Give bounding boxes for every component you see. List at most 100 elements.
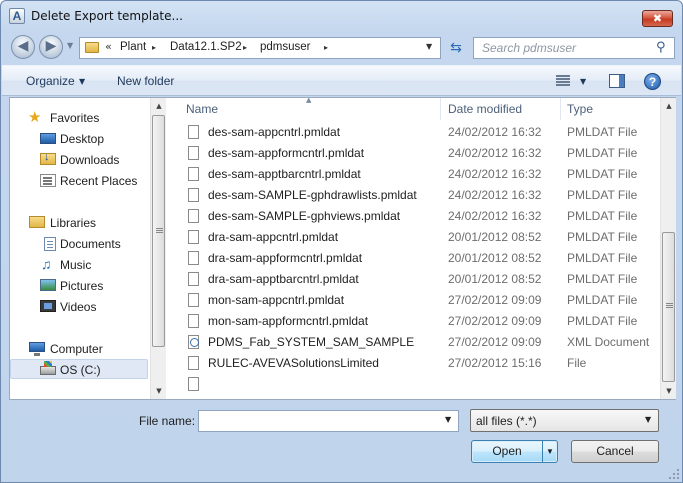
recent-pages-dropdown-icon[interactable]: ▼ <box>67 41 73 50</box>
file-row[interactable]: mon-sam-appcntrl.pmldat 27/02/2012 09:09 P… <box>166 290 660 311</box>
change-view-icon[interactable] <box>556 75 570 87</box>
file-row[interactable]: des-sam-appcntrl.pmldat 24/02/2012 16:32 P… <box>166 122 660 143</box>
file-type-dropdown-icon: ▼ <box>645 415 652 424</box>
file-type-cell: PMLDAT File <box>567 314 638 328</box>
refresh-icon[interactable]: ⇆ <box>445 38 467 58</box>
drive-icon <box>40 361 56 375</box>
breadcrumb-data[interactable]: Data12.1.SP2 <box>170 41 242 53</box>
title-bar[interactable]: A Delete Export template... ✖ <box>1 1 682 31</box>
forward-button[interactable]: ▶ <box>39 35 63 59</box>
file-row[interactable]: des-sam-appformcntrl.pmldat 24/02/2012 16… <box>166 143 660 164</box>
sidebar-item-label: Downloads <box>60 153 120 167</box>
sidebar-item-desktop[interactable]: Desktop <box>10 129 148 149</box>
search-placeholder: Search pdmsuser <box>482 41 577 55</box>
file-row[interactable]: des-sam-apptbarcntrl.pmldat 24/02/2012 16… <box>166 164 660 185</box>
file-row[interactable]: des-sam-SAMPLE-gphviews.pmldat 24/02/2012… <box>166 206 660 227</box>
documents-icon <box>44 237 56 251</box>
search-box[interactable]: Search pdmsuser ⚲ <box>473 37 675 59</box>
close-button[interactable]: ✖ <box>642 10 673 27</box>
date-modified-cell: 24/02/2012 16:32 <box>448 167 542 181</box>
back-button[interactable]: ◀ <box>11 35 35 59</box>
sidebar-item-computer[interactable]: Computer <box>10 339 148 359</box>
sidebar-item-label: OS (C:) <box>60 363 101 377</box>
file-row[interactable]: dra-sam-appcntrl.pmldat 20/01/2012 08:52 P… <box>166 227 660 248</box>
file-type-cell: PMLDAT File <box>567 293 638 307</box>
preview-pane-icon[interactable] <box>609 74 625 88</box>
date-modified-cell: 20/01/2012 08:52 <box>448 272 542 286</box>
breadcrumb-separator-icon[interactable]: ▸ <box>324 43 328 52</box>
file-icon <box>188 146 199 160</box>
sidebar-item-label: Documents <box>60 237 121 251</box>
open-options-dropdown-icon[interactable]: ▼ <box>546 441 554 462</box>
column-header-type[interactable]: Type <box>567 102 593 116</box>
sidebar-item-label: Videos <box>60 300 97 314</box>
sidebar-item-label: Favorites <box>50 111 100 125</box>
file-icon <box>188 377 199 391</box>
file-icon <box>188 251 199 265</box>
scroll-up-icon[interactable]: ▲ <box>151 98 167 114</box>
address-dropdown-icon[interactable]: ▼ <box>426 42 432 51</box>
help-icon[interactable]: ? <box>644 73 661 90</box>
downloads-icon <box>40 151 56 165</box>
file-row[interactable]: mon-sam-appformcntrl.pmldat 27/02/2012 09… <box>166 311 660 332</box>
file-row[interactable]: PDMS_Fab_SYSTEM_SAM_SAMPLE 27/02/2012 09:… <box>166 332 660 353</box>
overflow-chevron-icon[interactable]: « <box>105 40 112 53</box>
file-list-scrollbar[interactable]: ▲ ▼ <box>660 98 676 399</box>
sidebar-item-documents[interactable]: Documents <box>10 234 148 254</box>
file-row[interactable] <box>166 374 660 395</box>
sidebar-item-downloads[interactable]: Downloads <box>10 150 148 170</box>
sidebar-item-favorites[interactable]: ★ Favorites <box>10 108 148 128</box>
view-options-dropdown-icon[interactable]: ▼ <box>580 77 586 86</box>
scrollbar-thumb[interactable] <box>662 232 675 382</box>
scroll-down-icon[interactable]: ▼ <box>661 383 677 399</box>
open-button[interactable]: Open ▼ <box>471 440 558 463</box>
scroll-down-icon[interactable]: ▼ <box>151 383 167 399</box>
file-name-input[interactable]: ▼ <box>198 410 459 432</box>
file-icon <box>188 209 199 223</box>
file-row[interactable]: dra-sam-apptbarcntrl.pmldat 20/01/2012 08… <box>166 269 660 290</box>
organize-dropdown-icon[interactable]: ▼ <box>79 77 85 86</box>
file-row[interactable]: des-sam-SAMPLE-gphdrawlists.pmldat 24/02/… <box>166 185 660 206</box>
file-type-cell: PMLDAT File <box>567 230 638 244</box>
computer-icon <box>29 342 45 356</box>
scroll-up-icon[interactable]: ▲ <box>661 98 677 114</box>
breadcrumb-plant[interactable]: Plant <box>120 41 146 53</box>
file-type-select[interactable]: all files (*.*) ▼ <box>470 409 659 432</box>
sidebar-item-music[interactable]: ♫ Music <box>10 255 148 275</box>
command-bar: Organize ▼ New folder ▼ ? <box>2 65 681 96</box>
file-name-cell: dra-sam-appcntrl.pmldat <box>208 230 339 244</box>
file-name-dropdown-icon[interactable]: ▼ <box>445 415 451 424</box>
scrollbar-thumb[interactable] <box>152 115 165 347</box>
date-modified-cell: 27/02/2012 09:09 <box>448 335 542 349</box>
date-modified-cell: 20/01/2012 08:52 <box>448 230 542 244</box>
file-icon <box>188 272 199 286</box>
sidebar-item-recent-places[interactable]: Recent Places <box>10 171 148 191</box>
file-row[interactable]: dra-sam-appformcntrl.pmldat 20/01/2012 08… <box>166 248 660 269</box>
sidebar-item-videos[interactable]: Videos <box>10 297 148 317</box>
cancel-button[interactable]: Cancel <box>571 440 659 463</box>
sidebar-item-pictures[interactable]: Pictures <box>10 276 148 296</box>
column-header-date-modified[interactable]: Date modified <box>448 102 522 116</box>
file-type-cell: File <box>567 356 587 370</box>
sidebar-item-label: Computer <box>50 342 103 356</box>
sidebar-item-libraries[interactable]: Libraries <box>10 213 148 233</box>
new-folder-button[interactable]: New folder <box>117 74 174 88</box>
file-name-cell: des-sam-SAMPLE-gphviews.pmldat <box>208 209 401 223</box>
breadcrumb-separator-icon[interactable]: ▸ <box>152 43 156 52</box>
organize-button[interactable]: Organize <box>26 74 75 88</box>
sidebar-item-os-c[interactable]: OS (C:) <box>10 359 148 379</box>
address-bar[interactable]: « Plant ▸ Data12.1.SP2 ▸ pdmsuser ▸ ▼ <box>79 37 441 59</box>
resize-grip-icon[interactable] <box>668 468 680 480</box>
file-row[interactable]: RULEC-AVEVASolutionsLimited 27/02/2012 15… <box>166 353 660 374</box>
file-type-cell: PMLDAT File <box>567 146 638 160</box>
column-header-name[interactable]: Name <box>186 102 218 116</box>
date-modified-cell: 27/02/2012 09:09 <box>448 314 542 328</box>
back-arrow-icon: ◀ <box>17 38 29 54</box>
sidebar-item-label: Libraries <box>50 216 97 230</box>
breadcrumb-separator-icon[interactable]: ▸ <box>243 43 247 52</box>
file-name-cell: mon-sam-appformcntrl.pmldat <box>208 314 369 328</box>
navigation-scrollbar[interactable]: ▲ ▼ <box>150 98 166 399</box>
search-icon[interactable]: ⚲ <box>656 40 666 55</box>
breadcrumb-pdmsuser[interactable]: pdmsuser <box>260 41 311 53</box>
sort-ascending-icon: ▲ <box>306 98 312 104</box>
